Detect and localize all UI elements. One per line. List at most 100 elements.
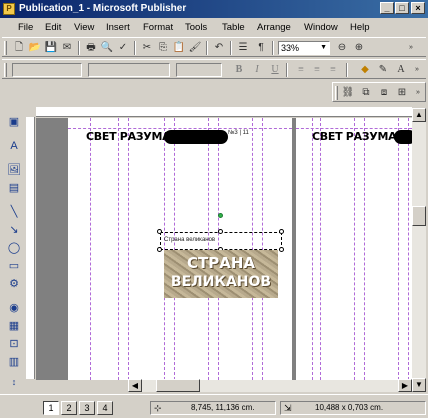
special-characters-icon[interactable]: ¶ [254, 41, 268, 55]
publication-workspace[interactable]: СВЕТ РАЗУМА №3 | 11 Страна великанов СТР… [36, 118, 412, 380]
autoshapes-icon[interactable]: ⚙ [6, 276, 22, 292]
text-box-icon[interactable]: A [6, 138, 22, 154]
column-guide [312, 118, 313, 380]
maximize-button[interactable]: □ [395, 2, 409, 14]
form-control-icon[interactable]: ▦ [6, 318, 22, 334]
save-icon[interactable]: 💾 [44, 41, 58, 55]
bold-icon[interactable]: B [232, 63, 246, 77]
line-color-icon[interactable]: ✎ [376, 63, 390, 77]
arrow-icon[interactable]: ↘ [6, 222, 22, 238]
pointer-icon[interactable]: ▣ [6, 114, 22, 130]
menu-insert[interactable]: Insert [106, 22, 130, 33]
scroll-down-icon[interactable]: ▼ [412, 378, 426, 392]
zoom-out-icon[interactable]: ⊖ [335, 41, 349, 55]
menu-table[interactable]: Table [222, 22, 245, 33]
format-painter-icon[interactable]: 🖌 [188, 41, 202, 55]
column-guide [128, 118, 129, 380]
spelling-icon[interactable]: ✓ [116, 41, 130, 55]
page-3-button[interactable]: 3 [79, 401, 95, 415]
image-title-line2: ВЕЛИКАНОВ [170, 274, 272, 290]
menu-format[interactable]: Format [143, 22, 173, 33]
menu-window[interactable]: Window [304, 22, 338, 33]
minimize-button[interactable]: _ [380, 2, 394, 14]
menu-view[interactable]: View [74, 22, 94, 33]
publisher-app-icon[interactable]: P [3, 3, 15, 15]
more-tools-icon[interactable]: ↕ [6, 374, 22, 390]
print-icon[interactable]: 🖶 [84, 41, 98, 55]
page-right[interactable]: СВЕТ РАЗУМА [296, 118, 412, 380]
clip-art-icon[interactable]: ▤ [6, 180, 22, 196]
bring-forward-icon[interactable]: ⧉ [359, 86, 373, 100]
open-icon[interactable]: 📂 [28, 41, 42, 55]
zoom-in-icon[interactable]: ⊕ [352, 41, 366, 55]
column-guide [90, 118, 91, 380]
design-gallery-icon[interactable]: ▥ [6, 354, 22, 370]
toolbar-grip[interactable] [335, 86, 338, 100]
picture-frame-icon[interactable]: 🖼 [6, 162, 22, 178]
line-icon[interactable]: ╲ [6, 204, 22, 220]
wrap-text-icon[interactable]: ⛓ [341, 86, 355, 100]
status-bar: 1 2 3 4 ⊹ 8,745, 11,136 cm. ⇲ 10,488 x 0… [0, 394, 428, 418]
align-right-icon[interactable]: ≡ [326, 63, 340, 77]
menu-arrange[interactable]: Arrange [257, 22, 291, 33]
rotate-handle[interactable] [218, 213, 223, 218]
underline-icon[interactable]: U [268, 63, 282, 77]
print-preview-icon[interactable]: 🔍 [100, 41, 114, 55]
toolbar-grip[interactable] [4, 41, 7, 55]
mail-icon[interactable]: ✉ [60, 41, 74, 55]
font-combo[interactable] [88, 63, 170, 77]
resize-handle[interactable] [157, 247, 162, 252]
toolbar-options-icon[interactable]: » [404, 41, 418, 55]
paste-icon[interactable]: 📋 [172, 41, 186, 55]
toolbar-grip[interactable] [4, 63, 7, 77]
italic-icon[interactable]: I [250, 63, 264, 77]
toolbar-options-icon[interactable]: » [410, 63, 424, 77]
page-left[interactable]: СВЕТ РАЗУМА №3 | 11 Страна великанов СТР… [68, 118, 292, 380]
hot-spot-icon[interactable]: ◉ [6, 300, 22, 316]
menu-help[interactable]: Help [350, 22, 370, 33]
close-button[interactable]: × [411, 2, 425, 14]
scroll-right-icon[interactable]: ▶ [398, 379, 412, 392]
menu-edit[interactable]: Edit [45, 22, 61, 33]
horizontal-scrollbar[interactable]: ◀ ▶ [128, 379, 412, 392]
page-1-button[interactable]: 1 [43, 401, 59, 415]
zoom-combo[interactable]: 33% ▼ [278, 41, 330, 55]
toolbar-separator [230, 41, 232, 55]
resize-handle[interactable] [157, 229, 162, 234]
resize-handle[interactable] [218, 229, 223, 234]
page-4-button[interactable]: 4 [97, 401, 113, 415]
scroll-thumb[interactable] [412, 206, 426, 226]
html-fragment-icon[interactable]: ⊡ [6, 336, 22, 352]
page-2-button[interactable]: 2 [61, 401, 77, 415]
menu-file[interactable]: File [18, 22, 33, 33]
columns-icon[interactable]: ☰ [236, 41, 250, 55]
fill-color-icon[interactable]: ◆ [358, 63, 372, 77]
menu-tools[interactable]: Tools [185, 22, 207, 33]
resize-handle[interactable] [279, 229, 284, 234]
scroll-up-icon[interactable]: ▲ [412, 108, 426, 122]
horizontal-ruler[interactable] [36, 107, 412, 117]
align-left-icon[interactable]: ≡ [294, 63, 308, 77]
group-icon[interactable]: ⊞ [395, 86, 409, 100]
send-backward-icon[interactable]: ⧈ [377, 86, 391, 100]
new-icon[interactable]: 🗋 [12, 41, 26, 55]
font-size-combo[interactable] [176, 63, 222, 77]
resize-handle[interactable] [279, 247, 284, 252]
copy-icon[interactable]: ⎘ [156, 41, 170, 55]
chevron-down-icon[interactable]: ▼ [320, 42, 327, 54]
article-image[interactable]: СТРАНА ВЕЛИКАНОВ [164, 250, 278, 298]
toolbar-options-icon[interactable]: » [411, 86, 425, 100]
vertical-ruler[interactable] [26, 117, 35, 379]
align-center-icon[interactable]: ≡ [310, 63, 324, 77]
publication-header: СВЕТ РАЗУМА [312, 130, 397, 143]
scroll-left-icon[interactable]: ◀ [128, 379, 142, 392]
zoom-value: 33% [281, 43, 300, 53]
rectangle-icon[interactable]: ▭ [6, 258, 22, 274]
cut-icon[interactable]: ✂ [140, 41, 154, 55]
undo-icon[interactable]: ↶ [212, 41, 226, 55]
oval-icon[interactable]: ◯ [6, 240, 22, 256]
vertical-scrollbar[interactable]: ▲ ▼ [412, 108, 426, 392]
scroll-thumb[interactable] [156, 379, 200, 392]
style-combo[interactable] [12, 63, 82, 77]
font-color-icon[interactable]: A [394, 63, 408, 77]
